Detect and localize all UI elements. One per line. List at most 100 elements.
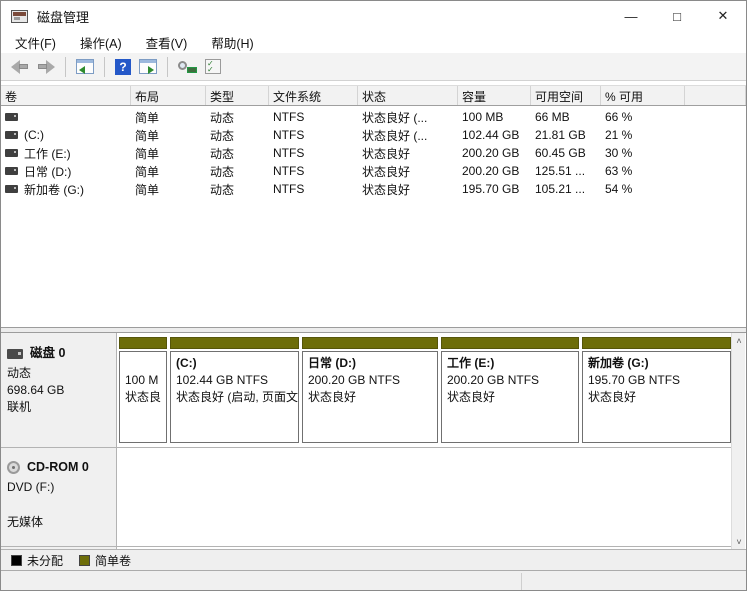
partition-name: (C:) — [176, 356, 197, 370]
toolbar-separator — [65, 56, 66, 77]
disk0-partitions: 100 M 状态良 (C:) 102.44 GB NTFS 状态良好 (启动, … — [119, 337, 731, 443]
volume-fs: NTFS — [273, 146, 305, 160]
volume-layout: 简单 — [135, 146, 160, 161]
column-header-status[interactable]: 状态 — [358, 86, 458, 105]
status-bar-divider — [521, 573, 522, 590]
table-row[interactable]: 简单 动态 NTFS 状态良好 (... 100 MB 66 MB 66 % — [1, 108, 746, 126]
column-header-free-space[interactable]: 可用空间 — [531, 86, 601, 105]
volume-type: 动态 — [210, 128, 235, 143]
toolbar-separator — [167, 56, 168, 77]
volume-free: 125.51 ... — [535, 164, 586, 178]
status-bar — [1, 570, 746, 590]
partition-size: 200.20 GB NTFS — [308, 373, 401, 387]
volume-type: 动态 — [210, 164, 235, 179]
volume-icon — [5, 185, 18, 193]
menu-view[interactable]: 查看(V) — [136, 31, 198, 54]
window-controls: — □ ✕ — [608, 1, 746, 31]
simple-volume-strip — [441, 337, 579, 349]
menu-file[interactable]: 文件(F) — [5, 31, 66, 54]
cdrom-media-status: 无媒体 — [7, 515, 44, 529]
partition-size: 100 M — [125, 373, 159, 387]
menu-help[interactable]: 帮助(H) — [201, 31, 263, 54]
row-divider — [1, 546, 733, 547]
menu-action[interactable]: 操作(A) — [70, 31, 132, 54]
volume-status: 状态良好 — [362, 182, 411, 197]
simple-volume-strip — [582, 337, 731, 349]
partition-status: 状态良好 (启动, 页面文 — [176, 390, 298, 404]
partition-g[interactable]: 新加卷 (G:) 195.70 GB NTFS 状态良好 — [582, 337, 731, 443]
volume-fs: NTFS — [273, 128, 305, 142]
action-pane-icon[interactable] — [139, 59, 157, 74]
console-tree-icon[interactable] — [76, 59, 94, 74]
back-icon[interactable] — [10, 60, 30, 74]
disk-view-icon[interactable] — [178, 60, 197, 74]
toolbar-separator — [104, 56, 105, 77]
volume-icon — [5, 167, 18, 175]
volume-status: 状态良好 — [362, 146, 411, 161]
volume-type: 动态 — [210, 182, 235, 197]
scroll-down-icon[interactable]: ˅ — [732, 534, 746, 549]
column-header-type[interactable]: 类型 — [206, 86, 269, 105]
volume-pct-free: 66 % — [605, 110, 633, 124]
partition-name: 日常 (D:) — [308, 356, 356, 370]
volume-free: 66 MB — [535, 110, 570, 124]
partition-d[interactable]: 日常 (D:) 200.20 GB NTFS 状态良好 — [302, 337, 438, 443]
partition-name: 工作 (E:) — [447, 356, 495, 370]
row-divider — [1, 447, 733, 448]
task-list-icon[interactable] — [205, 59, 221, 74]
volume-free: 21.81 GB — [535, 128, 586, 142]
volume-layout: 简单 — [135, 110, 160, 125]
volume-list: 简单 动态 NTFS 状态良好 (... 100 MB 66 MB 66 % (… — [1, 108, 746, 198]
partition-c[interactable]: (C:) 102.44 GB NTFS 状态良好 (启动, 页面文 — [170, 337, 299, 443]
cdrom-name: CD-ROM 0 — [27, 460, 89, 474]
column-header-layout[interactable]: 布局 — [131, 86, 206, 105]
table-row[interactable]: 新加卷 (G:) 简单 动态 NTFS 状态良好 195.70 GB 105.2… — [1, 180, 746, 198]
partition-status: 状态良好 — [588, 390, 637, 404]
cdrom-drive: DVD (F:) — [7, 480, 55, 494]
column-header-pct-free[interactable]: % 可用 — [601, 86, 685, 105]
volume-type: 动态 — [210, 110, 235, 125]
partition-e[interactable]: 工作 (E:) 200.20 GB NTFS 状态良好 — [441, 337, 579, 443]
simple-volume-strip — [302, 337, 438, 349]
legend-label: 简单卷 — [95, 553, 132, 568]
disk0-panel[interactable]: 磁盘 0 动态 698.64 GB 联机 — [7, 345, 113, 416]
table-row[interactable]: (C:) 简单 动态 NTFS 状态良好 (... 102.44 GB 21.8… — [1, 126, 746, 144]
minimize-button[interactable]: — — [608, 1, 654, 31]
disk-type: 动态 — [7, 366, 32, 380]
column-header-volume[interactable]: 卷 — [1, 86, 131, 105]
forward-icon[interactable] — [36, 60, 56, 74]
volume-name: 日常 (D:) — [24, 164, 72, 179]
window-title: 磁盘管理 — [37, 9, 90, 25]
cdrom-panel[interactable]: CD-ROM 0 DVD (F:) 无媒体 — [7, 459, 113, 531]
volume-type: 动态 — [210, 146, 235, 161]
partition-size: 195.70 GB NTFS — [588, 373, 681, 387]
partition-system[interactable]: 100 M 状态良 — [119, 337, 167, 443]
volume-capacity: 200.20 GB — [462, 164, 520, 178]
partition-status: 状态良好 — [308, 390, 357, 404]
volume-free: 60.45 GB — [535, 146, 586, 160]
app-icon[interactable] — [11, 9, 28, 23]
cdrom-icon — [7, 461, 20, 474]
disk-icon — [7, 348, 23, 359]
table-row[interactable]: 日常 (D:) 简单 动态 NTFS 状态良好 200.20 GB 125.51… — [1, 162, 746, 180]
vertical-scrollbar[interactable]: ˄ ˅ — [731, 333, 745, 549]
column-header-filesystem[interactable]: 文件系统 — [269, 86, 358, 105]
table-row[interactable]: 工作 (E:) 简单 动态 NTFS 状态良好 200.20 GB 60.45 … — [1, 144, 746, 162]
close-button[interactable]: ✕ — [700, 1, 746, 31]
volume-name: 工作 (E:) — [24, 146, 71, 161]
scroll-up-icon[interactable]: ˄ — [732, 333, 746, 348]
help-icon[interactable]: ? — [115, 58, 131, 75]
title-bar: 磁盘管理 — □ ✕ — [1, 1, 746, 31]
volume-name: (C:) — [24, 128, 44, 142]
volume-icon — [5, 131, 18, 139]
column-header-capacity[interactable]: 容量 — [458, 86, 531, 105]
simple-volume-swatch — [79, 554, 91, 566]
volume-free: 105.21 ... — [535, 182, 586, 196]
volume-status: 状态良好 (... — [362, 128, 428, 143]
maximize-button[interactable]: □ — [654, 1, 700, 31]
legend-simple-volume: 简单卷 — [79, 552, 131, 569]
disk-size: 698.64 GB — [7, 383, 65, 397]
volume-icon — [5, 113, 18, 121]
legend-unallocated: 未分配 — [11, 552, 63, 569]
volume-fs: NTFS — [273, 164, 305, 178]
